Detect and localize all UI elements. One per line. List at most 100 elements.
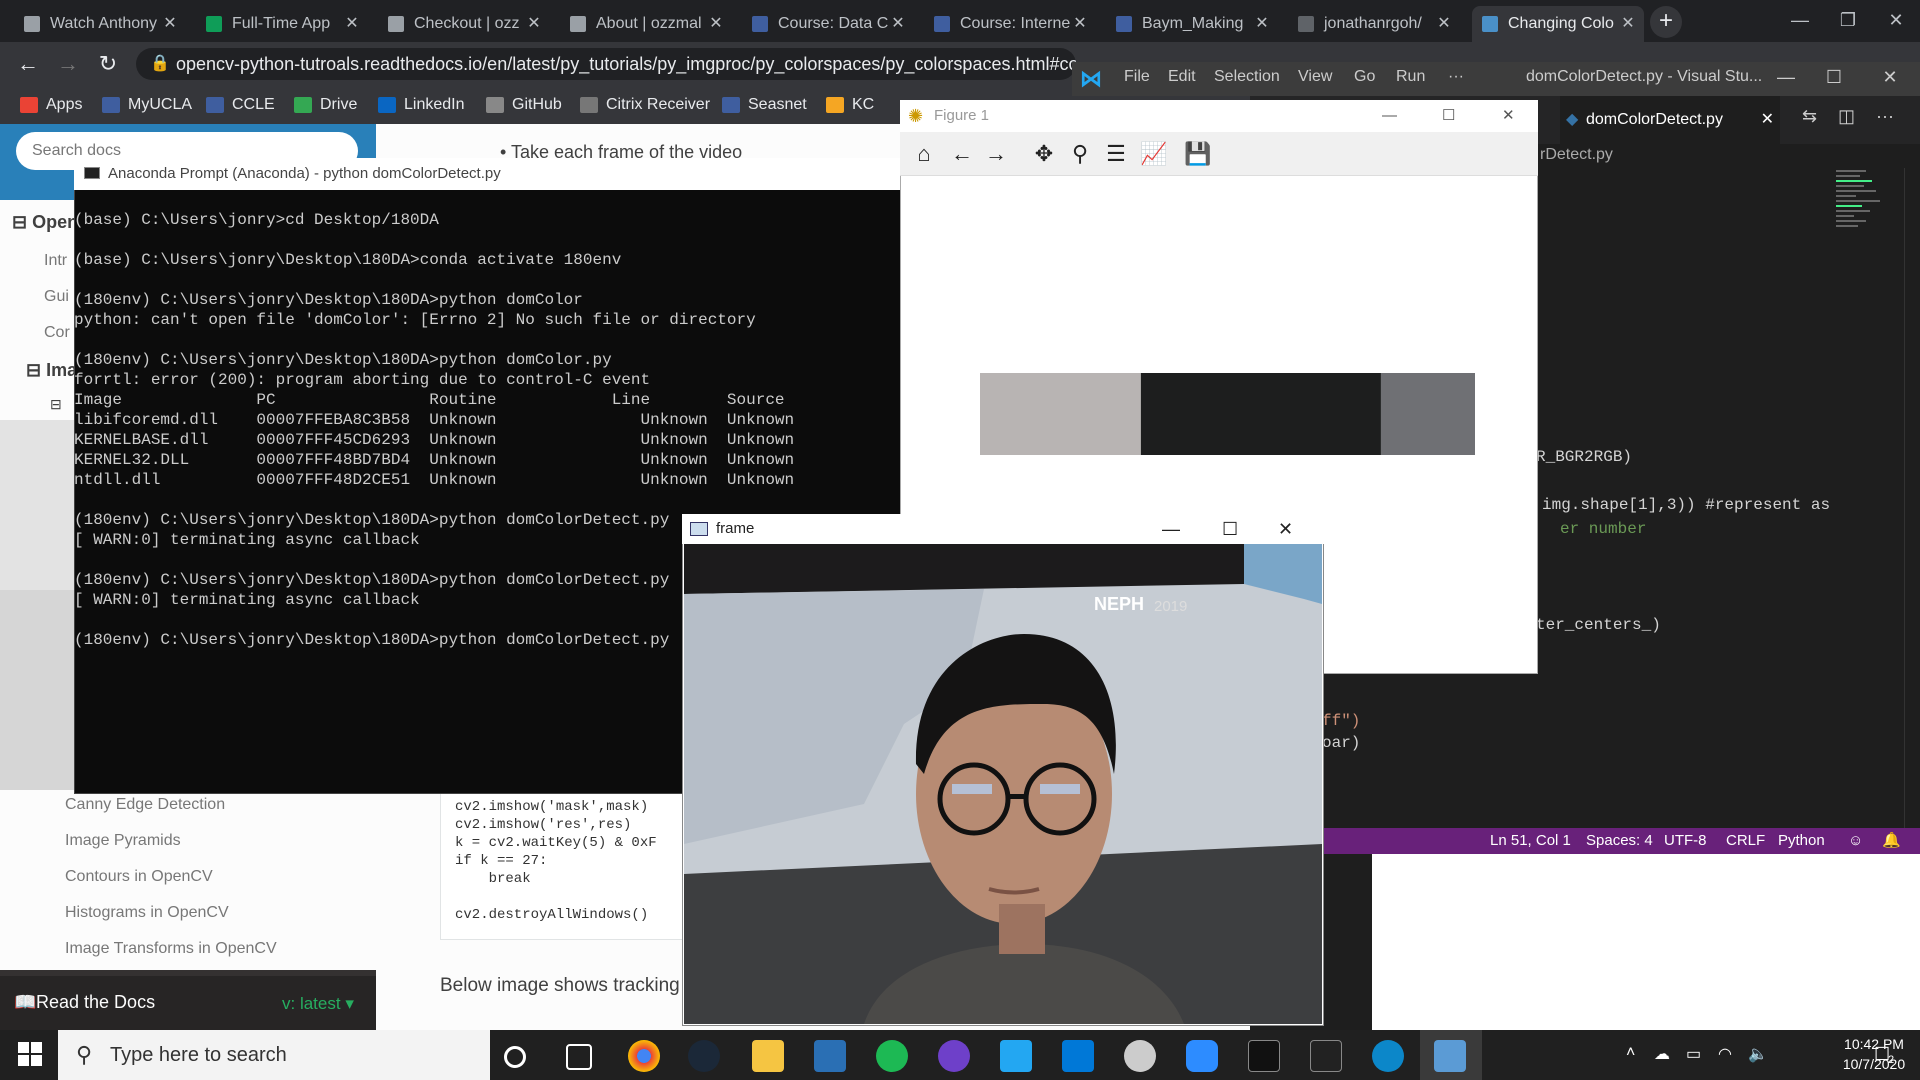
frame-close-button[interactable]: ✕ — [1278, 514, 1293, 544]
task-view-icon[interactable] — [566, 1044, 592, 1070]
vscode-maximize-button[interactable]: ☐ — [1810, 62, 1858, 96]
forward-arrow-icon[interactable]: → — [54, 50, 82, 78]
configure-subplots-icon[interactable]: ☰ — [1102, 140, 1130, 168]
battery-icon[interactable]: ▭ — [1686, 1044, 1701, 1064]
edge-taskbar-icon[interactable] — [1372, 1040, 1404, 1072]
bookmark-item[interactable]: Citrix Receiver — [580, 94, 710, 116]
anaconda-navigator-icon[interactable] — [1124, 1040, 1156, 1072]
vscode-scrollbar[interactable] — [1904, 168, 1920, 828]
vscode-menu-item[interactable]: Selection — [1214, 68, 1280, 86]
vscode-menu-item[interactable]: ··· — [1448, 68, 1464, 86]
notifications-icon[interactable]: ☐ 2 — [1874, 1044, 1894, 1066]
vscode-taskbar-icon[interactable] — [1000, 1040, 1032, 1072]
status-item[interactable]: UTF-8 — [1664, 828, 1707, 854]
bookmark-item[interactable]: GitHub — [486, 94, 562, 116]
docs-nav-item[interactable]: Histograms in OpenCV — [65, 904, 229, 922]
app-taskbar-icon[interactable] — [814, 1040, 846, 1072]
close-icon[interactable]: ✕ — [1761, 96, 1774, 144]
zoom-icon[interactable]: ⚲ — [1066, 140, 1094, 168]
bookmark-item[interactable]: CCLE — [206, 94, 275, 116]
docs-nav-gui[interactable]: Gui — [44, 288, 69, 306]
chevron-up-icon[interactable]: ˄ — [1626, 1044, 1635, 1062]
browser-tab[interactable]: jonathanrgoh/ ✕ — [1288, 6, 1460, 42]
vscode-menu-item[interactable]: Edit — [1168, 68, 1196, 86]
vscode-menu-item[interactable]: Go — [1354, 68, 1375, 86]
volume-icon[interactable]: 🔈 — [1748, 1044, 1768, 1064]
vscode-menu-item[interactable]: View — [1298, 68, 1332, 86]
taskbar-search-input[interactable]: ⚲ Type here to search — [58, 1030, 490, 1080]
docs-nav-item[interactable]: Image Pyramids — [65, 832, 181, 850]
docs-nav-item[interactable]: Canny Edge Detection — [65, 796, 225, 814]
new-tab-button[interactable]: + — [1650, 6, 1682, 38]
docs-footer-label[interactable]: Read the Docs — [36, 992, 155, 1013]
network-alert-icon[interactable]: ☁ — [1654, 1044, 1670, 1064]
bookmark-item[interactable]: Seasnet — [722, 94, 807, 116]
docs-nav-intro[interactable]: Intr — [44, 252, 67, 270]
docs-nav-subtoggle[interactable]: ⊟ — [50, 396, 62, 413]
docs-nav-core[interactable]: Cor — [44, 324, 70, 342]
vscode-minimap[interactable] — [1836, 168, 1884, 278]
file-explorer-icon[interactable] — [752, 1040, 784, 1072]
vscode-tab-active[interactable]: ◆ domColorDetect.py ✕ — [1560, 96, 1780, 144]
browser-tab[interactable]: About | ozzmal ✕ — [560, 6, 732, 42]
bookmark-item[interactable]: KC — [826, 94, 874, 116]
terminal-taskbar-icon[interactable] — [1248, 1040, 1280, 1072]
windows-start-icon[interactable] — [18, 1042, 42, 1066]
browser-tab[interactable]: Baym_Making ✕ — [1106, 6, 1278, 42]
status-item[interactable]: Spaces: 4 — [1586, 828, 1653, 854]
browser-tab[interactable]: Changing Colo ✕ — [1472, 6, 1644, 42]
frame-maximize-button[interactable]: ☐ — [1222, 514, 1238, 544]
split-editor-icon[interactable]: ◫ — [1838, 106, 1855, 127]
more-actions-icon[interactable]: ··· — [1876, 106, 1894, 127]
address-bar[interactable]: 🔒 opencv-python-tutroals.readthedocs.io/… — [136, 48, 1076, 80]
cortana-icon[interactable] — [504, 1046, 526, 1068]
status-item[interactable]: CRLF — [1726, 828, 1765, 854]
close-icon[interactable]: ✕ — [340, 6, 364, 42]
docs-version-selector[interactable]: v: latest ▾ — [282, 994, 354, 1014]
bookmark-item[interactable]: MyUCLA — [102, 94, 192, 116]
back-arrow-icon[interactable]: ← — [948, 140, 976, 168]
figure-maximize-button[interactable]: ☐ — [1442, 100, 1455, 132]
close-icon[interactable]: ✕ — [522, 6, 546, 42]
browser-tab[interactable]: Full-Time App ✕ — [196, 6, 368, 42]
browser-tab[interactable]: Checkout | ozz ✕ — [378, 6, 550, 42]
browser-tab[interactable]: Course: Data C ✕ — [742, 6, 914, 42]
vscode-menu-item[interactable]: Run — [1396, 68, 1425, 86]
docs-nav-item[interactable]: Contours in OpenCV — [65, 868, 213, 886]
close-icon[interactable]: ✕ — [1068, 6, 1092, 42]
docs-nav-item[interactable]: Image Transforms in OpenCV — [65, 940, 277, 958]
docs-nav-open-section[interactable]: ⊟ Open — [12, 212, 78, 233]
bookmark-item[interactable]: Drive — [294, 94, 357, 116]
close-icon[interactable]: ✕ — [1432, 6, 1456, 42]
steam-taskbar-icon[interactable] — [688, 1040, 720, 1072]
vscode-breadcrumb[interactable]: rDetect.py — [1540, 146, 1613, 164]
back-arrow-icon[interactable]: ← — [14, 50, 42, 78]
pan-icon[interactable]: ✥ — [1030, 140, 1058, 168]
chrome-close-button[interactable]: ✕ — [1872, 0, 1920, 42]
vscode-menu-item[interactable]: File — [1124, 68, 1150, 86]
vscode-minimize-button[interactable]: — — [1762, 62, 1810, 96]
compare-icon[interactable]: ⇆ — [1802, 106, 1817, 127]
github-desktop-icon[interactable] — [938, 1040, 970, 1072]
close-icon[interactable]: ✕ — [704, 6, 728, 42]
save-icon[interactable]: 💾 — [1184, 140, 1212, 168]
status-item[interactable]: Python — [1778, 828, 1825, 854]
python-window-taskbar-icon[interactable] — [1434, 1040, 1466, 1072]
chrome-restore-button[interactable]: ❐ — [1824, 0, 1872, 42]
wifi-icon[interactable]: ◠ — [1718, 1044, 1732, 1064]
home-icon[interactable]: ⌂ — [910, 140, 938, 168]
zoom-taskbar-icon[interactable] — [1186, 1040, 1218, 1072]
browser-tab[interactable]: Course: Interne ✕ — [924, 6, 1096, 42]
vscode-close-button[interactable]: ✕ — [1866, 62, 1914, 96]
chrome-minimize-button[interactable]: — — [1776, 0, 1824, 42]
arduino-taskbar-icon[interactable] — [1062, 1040, 1094, 1072]
bookmark-item[interactable]: Apps — [20, 94, 82, 116]
docs-nav-image-section[interactable]: ⊟ Ima — [26, 360, 77, 381]
close-icon[interactable]: ✕ — [886, 6, 910, 42]
edit-axis-icon[interactable]: 📈 — [1140, 140, 1168, 168]
feedback-icon[interactable]: ☺ — [1848, 828, 1863, 854]
command-prompt-taskbar-icon[interactable] — [1310, 1040, 1342, 1072]
bookmark-item[interactable]: LinkedIn — [378, 94, 465, 116]
close-icon[interactable]: ✕ — [1616, 6, 1640, 42]
status-item[interactable]: Ln 51, Col 1 — [1490, 828, 1571, 854]
